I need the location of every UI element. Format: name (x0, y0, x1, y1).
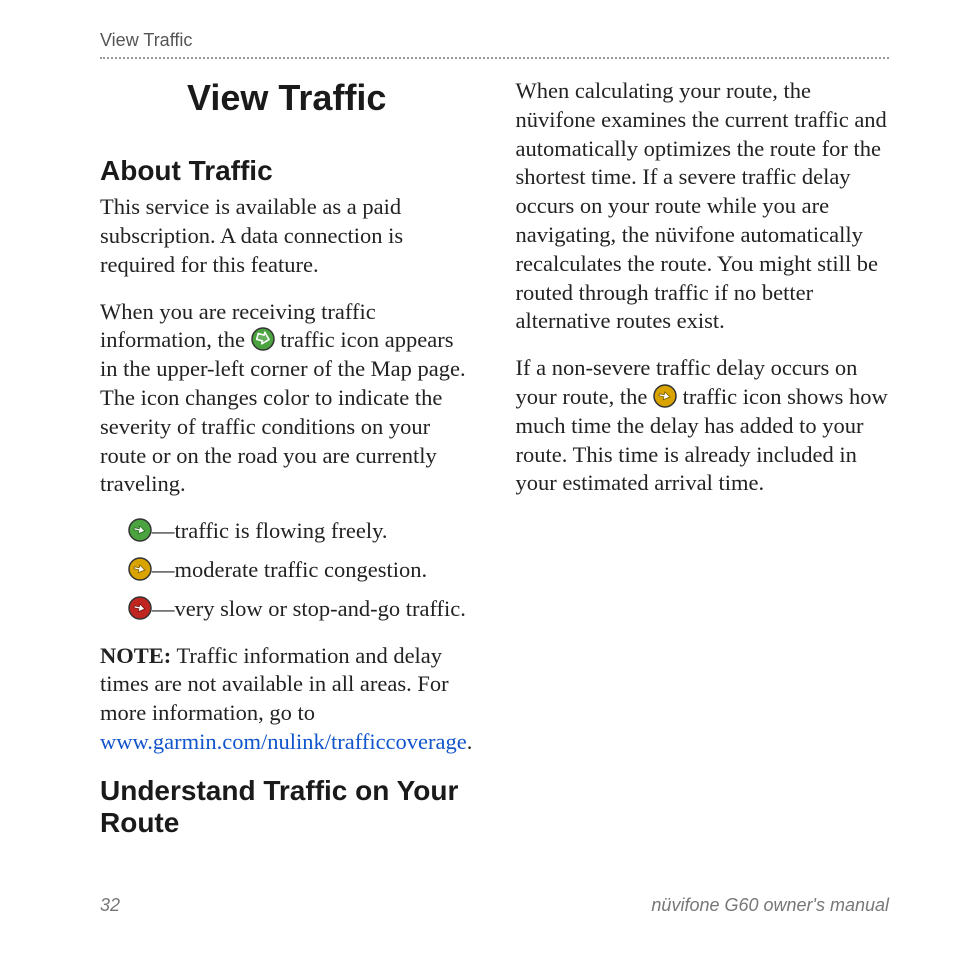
chapter-title: View Traffic (100, 77, 474, 119)
legend-yellow-text: —moderate traffic congestion. (152, 557, 427, 582)
note-body-b: go to (269, 700, 315, 725)
legend-green-text: —traffic is flowing freely. (152, 518, 388, 543)
understand-p1: When calculating your route, the nüvifon… (516, 77, 890, 336)
legend-red: —very slow or stop-and-go traffic. (128, 595, 474, 624)
note-body-c: . (467, 729, 473, 754)
content-columns: View Traffic About Traffic This service … (100, 77, 889, 847)
traffic-icon-yellow-inline (653, 384, 677, 408)
manual-name: nüvifone G60 owner's manual (651, 895, 889, 916)
page-footer: 32 nüvifone G60 owner's manual (100, 895, 889, 916)
traffic-icon-green-inline (251, 327, 275, 351)
understand-p2: If a non-severe traffic delay occurs on … (516, 354, 890, 498)
note-paragraph: NOTE: Traffic information and delay time… (100, 642, 474, 757)
about-heading: About Traffic (100, 155, 474, 187)
running-header: View Traffic (100, 30, 889, 59)
legend-yellow: —moderate traffic congestion. (128, 556, 474, 585)
legend-green: —traffic is flowing freely. (128, 517, 474, 546)
traffic-icon-yellow (128, 557, 152, 581)
legend-red-text: —very slow or stop-and-go traffic. (152, 596, 466, 621)
about-p2b: traffic icon appears in the upper-left c… (100, 327, 466, 496)
page-number: 32 (100, 895, 120, 916)
about-p2: When you are receiving traffic informati… (100, 298, 474, 500)
legend-list: —traffic is flowing freely. —moderate tr… (128, 517, 474, 623)
traffic-icon-red (128, 596, 152, 620)
coverage-link[interactable]: www.garmin.com/nulink/trafficcoverage (100, 729, 467, 754)
traffic-icon-green (128, 518, 152, 542)
understand-heading: Understand Traffic on Your Route (100, 775, 474, 839)
about-p1: This service is available as a paid subs… (100, 193, 474, 279)
running-header-label: View Traffic (100, 30, 192, 51)
note-label: NOTE: (100, 643, 171, 668)
